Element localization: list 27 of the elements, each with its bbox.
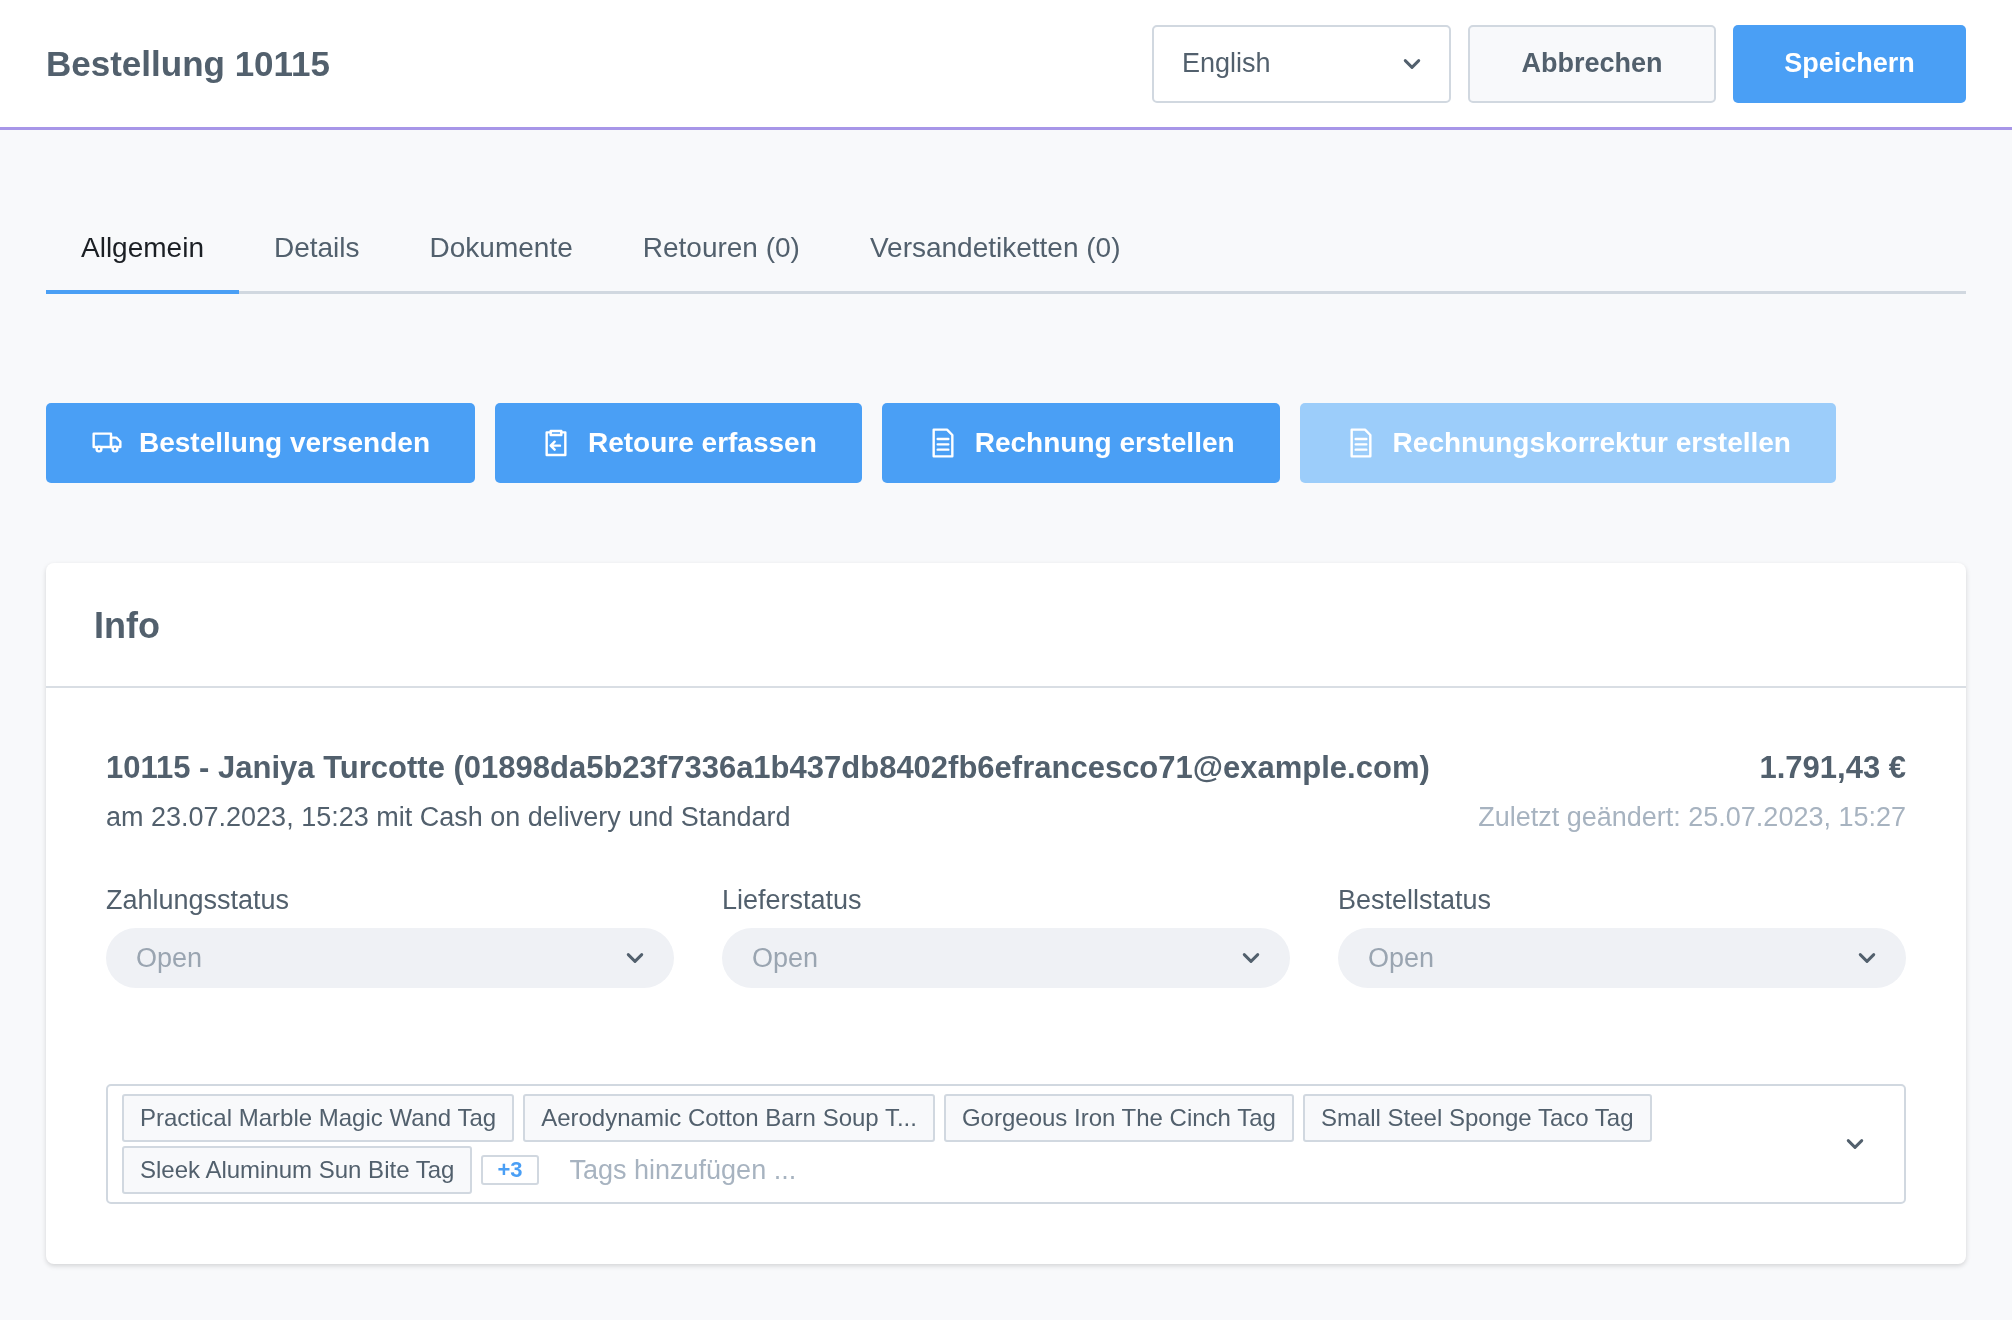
field-label: Bestellstatus — [1338, 885, 1493, 916]
chevron-down-icon — [626, 952, 644, 964]
tab[interactable]: Versandetiketten (0) — [834, 232, 1156, 294]
card-title: Info — [94, 605, 161, 647]
chevron-down-icon — [1242, 952, 1260, 964]
tab[interactable]: Allgemein — [46, 232, 239, 294]
tag[interactable]: Practical Marble Magic Wand Tag — [122, 1094, 515, 1142]
order-details: am 23.07.2023, 15:23 mit Cash on delivery und Standard — [106, 802, 791, 833]
field-label: Zahlungsstatus — [106, 885, 291, 916]
tag[interactable]: Gorgeous Iron The Cinch Tag — [943, 1094, 1294, 1142]
tag[interactable]: Sleek Aluminum Sun Bite Tag — [122, 1146, 473, 1194]
chevron-down-icon — [1403, 57, 1421, 70]
order-total: 1.791,43 € — [1759, 750, 1906, 786]
language-dropdown[interactable]: English — [1152, 24, 1451, 103]
tab[interactable]: Dokumente — [394, 232, 608, 294]
field-label: Lieferstatus — [722, 885, 863, 916]
chevron-down-icon — [1846, 1138, 1864, 1150]
tab[interactable]: Retouren (0) — [607, 232, 835, 294]
tag[interactable]: Small Steel Sponge Taco Tag — [1302, 1094, 1652, 1142]
last-changed: Zuletzt geändert: 25.07.2023, 15:27 — [1478, 802, 1906, 833]
order-summary: 10115 - Janiya Turcotte (01898da5b23f7336a1b437db8402fb6efrancesco71@example.com) — [106, 750, 1430, 786]
tab[interactable]: Details — [238, 232, 395, 294]
page-title: Bestellung 10115 — [46, 43, 331, 84]
tags-field[interactable]: Practical Marble Magic Wand Tag Aerodynamic Cotton Barn Soup T... Gorgeous Iron The Cinch Tag Small Steel Sponge Taco Tag Sleek Aluminum Sun Bite Tag +3 Tags hinzufügen ... — [106, 1084, 1906, 1204]
cancel-button[interactable]: Abbrechen — [1468, 24, 1716, 103]
chevron-down-icon — [1858, 952, 1876, 964]
tag[interactable]: Aerodynamic Cotton Barn Soup T... — [523, 1094, 935, 1142]
